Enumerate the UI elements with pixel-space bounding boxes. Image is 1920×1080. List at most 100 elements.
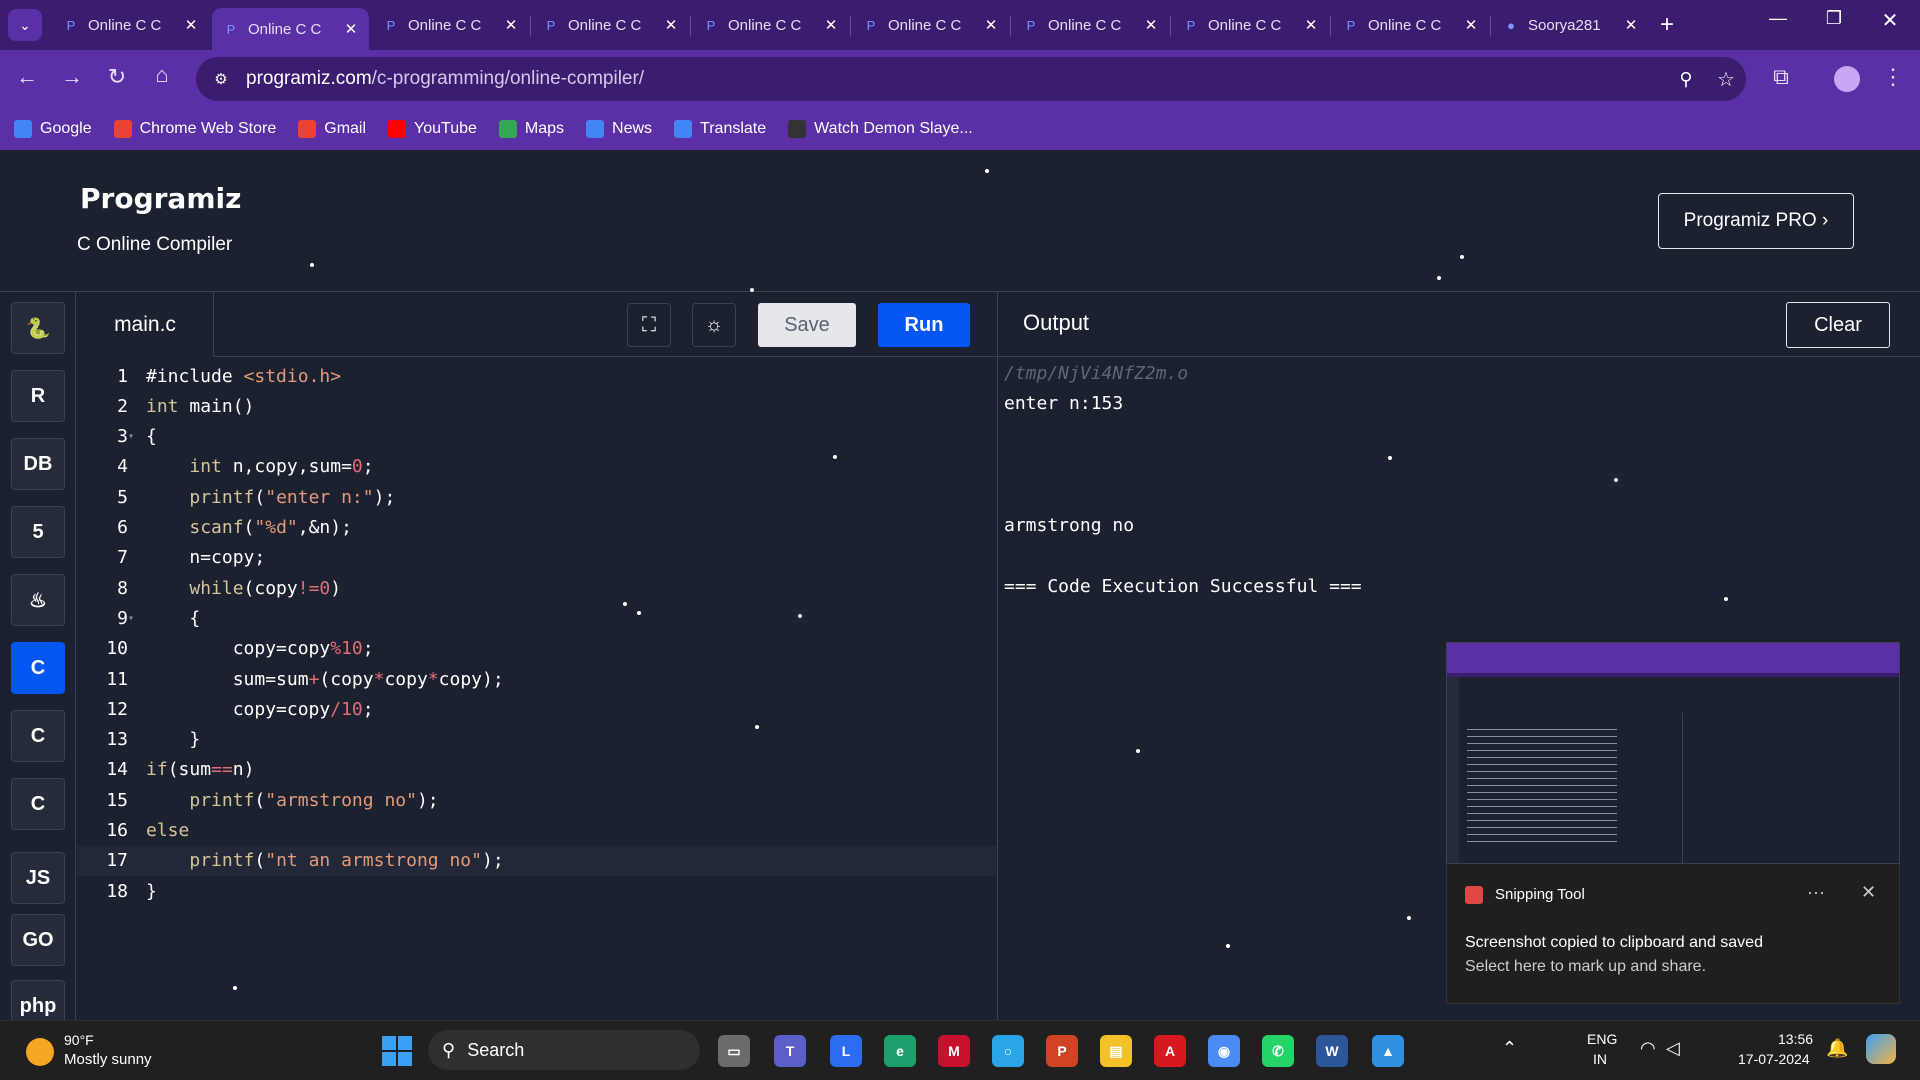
acrobat-icon[interactable]: A <box>1154 1035 1186 1067</box>
browser-tab[interactable]: P Online C C ✕ <box>852 8 1009 42</box>
weather-temp[interactable]: 90°F <box>64 1032 94 1048</box>
browser-tab[interactable]: P Online C C ✕ <box>1332 8 1489 42</box>
bookmark-item[interactable]: Maps <box>498 120 564 138</box>
browser-tab[interactable]: P Online C C ✕ <box>1012 8 1169 42</box>
edge-icon[interactable]: e <box>884 1035 916 1067</box>
code-line[interactable]: 14 if(sum==n) <box>77 755 997 785</box>
code-line[interactable]: 5 printf("enter n:"); <box>77 482 997 512</box>
task-view-icon[interactable]: ▭ <box>718 1035 750 1067</box>
code-line[interactable]: 16 else <box>77 816 997 846</box>
close-tab-icon[interactable]: ✕ <box>1143 16 1159 34</box>
code-line[interactable]: 18} <box>77 876 997 906</box>
code-line[interactable]: 4 int n,copy,sum=0; <box>77 452 997 482</box>
file-tab-main-c[interactable]: main.c <box>77 292 214 357</box>
code-line[interactable]: 6 scanf("%d",&n); <box>77 513 997 543</box>
zoom-icon[interactable]: ⚲ <box>1666 69 1706 90</box>
code-line[interactable]: 15 printf("armstrong no"); <box>77 785 997 815</box>
mcafee-icon[interactable]: M <box>938 1035 970 1067</box>
close-tab-icon[interactable]: ✕ <box>343 20 359 38</box>
programiz-logo[interactable]: Programiz <box>80 182 241 215</box>
code-line[interactable]: 17 printf("nt an armstrong no"); <box>77 845 997 876</box>
close-tab-icon[interactable]: ✕ <box>983 16 999 34</box>
code-line[interactable]: 11 sum=sum+(copy*copy*copy); <box>77 664 997 694</box>
word-icon[interactable]: W <box>1316 1035 1348 1067</box>
lang-top[interactable]: ENG <box>1587 1031 1617 1047</box>
back-icon[interactable]: ← <box>12 64 42 90</box>
snipping-tool-notification[interactable]: Snipping Tool ··· ✕ Screenshot copied to… <box>1446 864 1900 1004</box>
forward-icon[interactable]: → <box>57 64 87 90</box>
chrome-icon[interactable]: ◉ <box>1208 1035 1240 1067</box>
sidebar-item-java[interactable]: ♨ <box>11 574 65 626</box>
code-line[interactable]: 8 while(copy!=0) <box>77 573 997 603</box>
browser-tab[interactable]: P Online C C ✕ <box>212 8 369 50</box>
close-tab-icon[interactable]: ✕ <box>1463 16 1479 34</box>
code-line[interactable]: 9 ▾ { <box>77 603 997 633</box>
powerpoint-icon[interactable]: P <box>1046 1035 1078 1067</box>
browser-tab[interactable]: P Online C C ✕ <box>372 8 529 42</box>
volume-icon[interactable]: ◁ <box>1666 1038 1680 1059</box>
restore-button[interactable]: ❐ <box>1816 8 1852 40</box>
sidebar-item-r[interactable]: R <box>11 370 65 422</box>
home-icon[interactable]: ⌂ <box>147 62 177 88</box>
fullscreen-button[interactable]: ⛶ <box>627 303 671 347</box>
menu-icon[interactable]: ⋮ <box>1878 64 1908 90</box>
lens-icon[interactable]: L <box>830 1035 862 1067</box>
browser-tab[interactable]: P Online C C ✕ <box>532 8 689 42</box>
windows-start-icon[interactable] <box>382 1036 412 1066</box>
fold-icon[interactable]: ▾ <box>128 613 138 624</box>
photos-icon[interactable]: ▲ <box>1372 1035 1404 1067</box>
weather-icon[interactable] <box>26 1038 54 1066</box>
notification-bell-icon[interactable]: 🔔 <box>1826 1038 1848 1059</box>
bookmark-item[interactable]: Gmail <box>298 120 366 138</box>
code-editor[interactable]: 1 #include <stdio.h> 2 int main() 3 ▾{4 int n… <box>77 357 997 1020</box>
browser-tab[interactable]: P Online C C ✕ <box>692 8 849 42</box>
close-tab-icon[interactable]: ✕ <box>663 16 679 34</box>
screenshot-thumbnail[interactable] <box>1446 642 1900 864</box>
browser-tab[interactable]: P Online C C ✕ <box>1172 8 1329 42</box>
chevron-up-icon[interactable]: ⌃ <box>1502 1038 1517 1059</box>
taskbar-search[interactable]: ⚲ Search <box>428 1030 700 1070</box>
address-bar[interactable]: ⚙ programiz.com/c-programming/online-com… <box>196 57 1746 101</box>
profile-avatar[interactable] <box>1834 66 1860 92</box>
copilot-icon[interactable] <box>1866 1034 1896 1064</box>
close-tab-icon[interactable]: ✕ <box>823 16 839 34</box>
code-line[interactable]: 13 } <box>77 725 997 755</box>
code-line[interactable]: 7 n=copy; <box>77 543 997 573</box>
fold-icon[interactable]: ▾ <box>128 431 138 442</box>
sidebar-item-python[interactable]: 🐍 <box>11 302 65 354</box>
bookmark-item[interactable]: Chrome Web Store <box>113 120 276 138</box>
code-line[interactable]: 3 ▾ { <box>77 422 997 452</box>
clock-time[interactable]: 13:56 <box>1778 1031 1813 1047</box>
close-window-button[interactable]: ✕ <box>1872 8 1908 40</box>
sidebar-item-csharp[interactable]: C <box>11 778 65 830</box>
sidebar-item-html[interactable]: 5 <box>11 506 65 558</box>
close-tab-icon[interactable]: ✕ <box>183 16 199 34</box>
more-options-icon[interactable]: ··· <box>1807 882 1825 903</box>
programiz-pro-button[interactable]: Programiz PRO › <box>1658 193 1854 249</box>
close-tab-icon[interactable]: ✕ <box>1623 16 1639 34</box>
code-line[interactable]: 2 int main() <box>77 391 997 421</box>
minimize-button[interactable]: — <box>1760 8 1796 40</box>
site-info-icon[interactable]: ⚙ <box>196 70 246 88</box>
tab-search-button[interactable]: ⌄ <box>8 9 42 41</box>
clear-button[interactable]: Clear <box>1786 302 1890 348</box>
file-explorer-icon[interactable]: ▤ <box>1100 1035 1132 1067</box>
close-toast-icon[interactable]: ✕ <box>1861 882 1876 903</box>
sidebar-item-js[interactable]: JS <box>11 852 65 904</box>
new-tab-button[interactable]: + <box>1652 10 1682 40</box>
teams-icon[interactable]: T <box>774 1035 806 1067</box>
sidebar-item-sql[interactable]: DB <box>11 438 65 490</box>
bookmark-item[interactable]: YouTube <box>388 120 477 138</box>
save-button[interactable]: Save <box>758 303 856 347</box>
bookmark-star-icon[interactable]: ☆ <box>1706 67 1746 92</box>
bookmark-item[interactable]: News <box>586 120 652 138</box>
browser-tab[interactable]: ● Soorya281 ✕ <box>1492 8 1649 42</box>
whatsapp-icon[interactable]: ✆ <box>1262 1035 1294 1067</box>
cortana-icon[interactable]: ○ <box>992 1035 1024 1067</box>
reload-icon[interactable]: ↻ <box>102 64 132 90</box>
wifi-icon[interactable]: ◠ <box>1640 1038 1656 1059</box>
sidebar-item-cpp[interactable]: C <box>11 710 65 762</box>
theme-toggle-button[interactable]: ☼ <box>692 303 736 347</box>
bookmark-item[interactable]: Watch Demon Slaye... <box>788 120 973 138</box>
bookmark-item[interactable]: Google <box>14 120 92 138</box>
